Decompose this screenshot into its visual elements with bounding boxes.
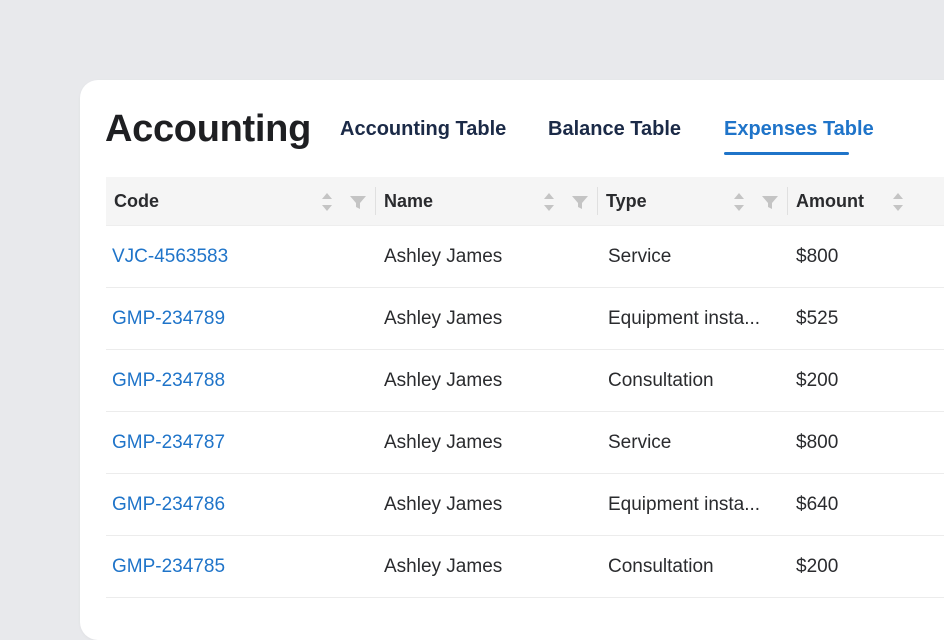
table-row[interactable]: VJC-4563583 Ashley James Service $800 [106, 226, 944, 288]
type-cell: Service [608, 431, 672, 453]
sort-icon[interactable] [732, 191, 746, 213]
code-link[interactable]: GMP-234789 [112, 288, 225, 349]
column-divider [375, 187, 376, 215]
column-header-label: Code [114, 190, 159, 211]
type-cell: Service [608, 245, 672, 267]
tab-expenses-table[interactable]: Expenses Table [724, 118, 874, 141]
column-header-name[interactable]: Name [384, 177, 433, 225]
code-link[interactable]: GMP-234788 [112, 350, 225, 411]
column-divider [787, 187, 788, 215]
type-cell: Consultation [608, 555, 714, 577]
sort-icon[interactable] [891, 191, 905, 213]
expenses-table: Code Name Type Amount VJC-4563583 Ashley… [106, 177, 944, 598]
accounting-card: Accounting Accounting Table Balance Tabl… [80, 80, 944, 640]
column-header-label: Amount [796, 190, 864, 211]
name-cell: Ashley James [384, 555, 503, 577]
code-link[interactable]: GMP-234786 [112, 474, 225, 535]
filter-icon[interactable] [761, 194, 779, 210]
table-row[interactable]: GMP-234788 Ashley James Consultation $20… [106, 350, 944, 412]
amount-cell: $640 [796, 493, 839, 515]
filter-icon[interactable] [571, 194, 589, 210]
amount-cell: $800 [796, 245, 839, 267]
amount-cell: $525 [796, 307, 839, 329]
sort-icon[interactable] [320, 191, 334, 213]
name-cell: Ashley James [384, 369, 503, 391]
code-link[interactable]: GMP-234787 [112, 412, 225, 473]
name-cell: Ashley James [384, 307, 503, 329]
table-row[interactable]: GMP-234786 Ashley James Equipment insta.… [106, 474, 944, 536]
card-header: Accounting Accounting Table Balance Tabl… [80, 80, 944, 176]
table-body: VJC-4563583 Ashley James Service $800 GM… [106, 226, 944, 598]
active-tab-indicator [724, 152, 849, 155]
column-header-label: Type [606, 190, 647, 211]
column-header-label: Name [384, 190, 434, 211]
code-link[interactable]: VJC-4563583 [112, 226, 228, 287]
name-cell: Ashley James [384, 245, 503, 267]
code-link[interactable]: GMP-234785 [112, 536, 225, 597]
column-divider [597, 187, 598, 215]
column-header-type[interactable]: Type [606, 177, 647, 225]
type-cell: Equipment insta... [608, 307, 761, 329]
amount-cell: $200 [796, 555, 839, 577]
table-row[interactable]: GMP-234785 Ashley James Consultation $20… [106, 536, 944, 598]
sort-icon[interactable] [542, 191, 556, 213]
column-header-amount[interactable]: Amount [796, 177, 864, 225]
type-cell: Equipment insta... [608, 493, 761, 515]
name-cell: Ashley James [384, 431, 503, 453]
name-cell: Ashley James [384, 493, 503, 515]
tab-balance-table[interactable]: Balance Table [548, 118, 681, 141]
amount-cell: $200 [796, 369, 839, 391]
filter-icon[interactable] [349, 194, 367, 210]
table-row[interactable]: GMP-234787 Ashley James Service $800 [106, 412, 944, 474]
amount-cell: $800 [796, 431, 839, 453]
tab-accounting-table[interactable]: Accounting Table [340, 118, 506, 141]
column-header-code[interactable]: Code [114, 177, 159, 225]
table-row[interactable]: GMP-234789 Ashley James Equipment insta.… [106, 288, 944, 350]
page-title: Accounting [105, 108, 311, 150]
type-cell: Consultation [608, 369, 714, 391]
table-header: Code Name Type Amount [106, 177, 944, 226]
